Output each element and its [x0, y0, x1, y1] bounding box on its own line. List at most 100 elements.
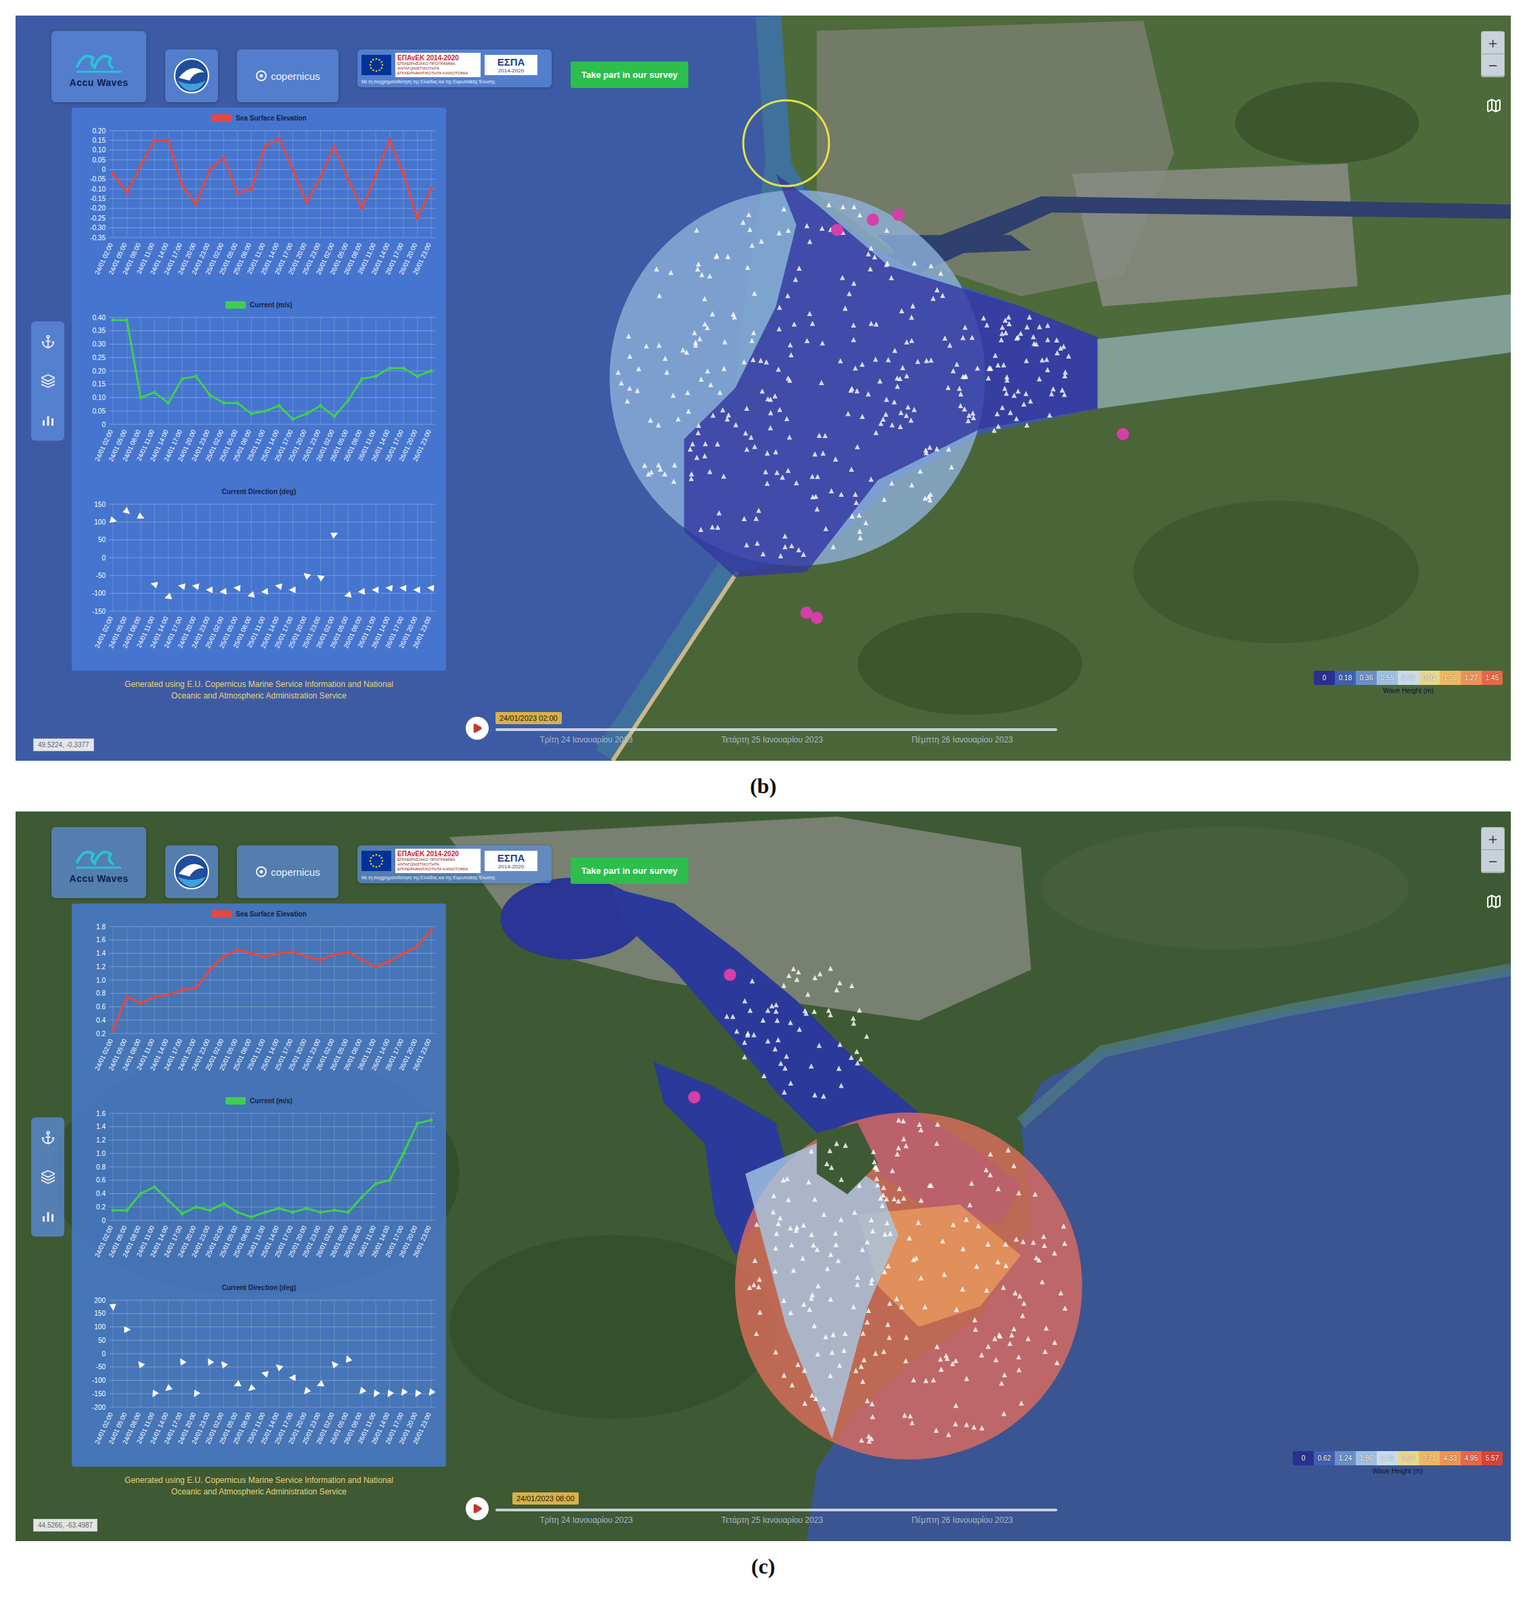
data-point[interactable]	[276, 404, 281, 408]
data-point[interactable]	[401, 1152, 405, 1156]
data-point[interactable]	[401, 171, 405, 176]
data-point[interactable]	[318, 175, 323, 179]
data-point[interactable]	[124, 190, 128, 195]
direction-arrow[interactable]	[149, 580, 158, 589]
data-point[interactable]	[332, 953, 336, 957]
data-point[interactable]	[332, 414, 336, 419]
data-point[interactable]	[180, 377, 184, 381]
direction-arrow[interactable]	[314, 571, 325, 582]
noaa-logo[interactable]	[165, 845, 218, 899]
vessel-marker[interactable]	[831, 224, 844, 237]
direction-arrow[interactable]	[412, 586, 420, 593]
time-slider[interactable]	[495, 1508, 1058, 1512]
data-point[interactable]	[304, 201, 308, 205]
data-point[interactable]	[429, 1118, 433, 1122]
data-point[interactable]	[360, 206, 364, 210]
direction-arrow[interactable]	[288, 586, 296, 593]
data-point[interactable]	[221, 156, 225, 160]
data-point[interactable]	[263, 955, 267, 959]
data-point[interactable]	[194, 986, 198, 990]
layers-button[interactable]	[34, 367, 62, 395]
charts-button[interactable]	[34, 1202, 62, 1230]
direction-arrow[interactable]	[205, 586, 213, 593]
data-point[interactable]	[180, 183, 184, 187]
data-point[interactable]	[415, 374, 419, 378]
data-point[interactable]	[124, 318, 128, 322]
data-point[interactable]	[207, 393, 212, 397]
vessel-marker[interactable]	[892, 208, 905, 221]
ports-button[interactable]	[34, 328, 62, 356]
data-point[interactable]	[373, 1181, 378, 1186]
data-point[interactable]	[429, 369, 433, 373]
data-point[interactable]	[221, 955, 225, 959]
data-point[interactable]	[429, 927, 433, 932]
data-point[interactable]	[152, 1185, 156, 1189]
direction-arrow[interactable]	[246, 590, 255, 600]
data-point[interactable]	[345, 950, 350, 954]
vessel-marker[interactable]	[810, 611, 824, 625]
vessel-marker[interactable]	[1116, 427, 1130, 440]
direction-arrow[interactable]	[343, 590, 352, 600]
data-point[interactable]	[360, 377, 364, 381]
play-button[interactable]	[465, 716, 489, 740]
data-point[interactable]	[401, 951, 405, 956]
direction-arrow[interactable]	[190, 582, 200, 591]
direction-arrow[interactable]	[273, 1361, 283, 1372]
data-point[interactable]	[138, 163, 143, 168]
direction-arrow[interactable]	[108, 1303, 117, 1312]
data-point[interactable]	[138, 1001, 143, 1006]
direction-arrow[interactable]	[274, 582, 283, 591]
data-point[interactable]	[194, 203, 198, 207]
data-point[interactable]	[180, 988, 184, 992]
zoom-button[interactable]: −	[1481, 54, 1505, 77]
direction-arrow[interactable]	[301, 1386, 311, 1397]
data-point[interactable]	[111, 171, 115, 176]
data-point[interactable]	[304, 412, 308, 416]
noaa-logo[interactable]	[165, 49, 218, 103]
vessel-marker[interactable]	[723, 968, 736, 981]
data-point[interactable]	[401, 366, 405, 371]
direction-arrow[interactable]	[245, 1384, 256, 1394]
data-point[interactable]	[360, 958, 364, 962]
data-point[interactable]	[235, 401, 239, 405]
data-point[interactable]	[207, 968, 212, 972]
direction-arrow[interactable]	[123, 1325, 131, 1333]
direction-arrow[interactable]	[314, 1380, 324, 1389]
data-point[interactable]	[180, 1212, 184, 1216]
ports-button[interactable]	[34, 1124, 62, 1152]
direction-arrow[interactable]	[108, 516, 118, 525]
data-point[interactable]	[111, 1028, 115, 1033]
vessel-marker[interactable]	[688, 1091, 701, 1104]
play-button[interactable]	[465, 1497, 489, 1521]
direction-arrow[interactable]	[288, 1374, 296, 1382]
data-point[interactable]	[373, 965, 378, 969]
direction-arrow[interactable]	[176, 1356, 187, 1366]
direction-arrow[interactable]	[136, 512, 146, 522]
data-point[interactable]	[221, 401, 225, 405]
data-point[interactable]	[291, 167, 295, 172]
direction-arrow[interactable]	[398, 584, 407, 592]
data-point[interactable]	[221, 1202, 225, 1206]
direction-arrow[interactable]	[384, 1389, 394, 1400]
vessel-marker[interactable]	[867, 213, 880, 227]
data-point[interactable]	[276, 951, 281, 956]
data-point[interactable]	[263, 1210, 267, 1215]
data-point[interactable]	[373, 173, 378, 178]
data-point[interactable]	[235, 1210, 239, 1215]
data-point[interactable]	[276, 1206, 281, 1211]
data-point[interactable]	[166, 992, 170, 997]
data-point[interactable]	[249, 1215, 253, 1220]
copernicus-logo[interactable]: copernicus	[236, 845, 339, 899]
direction-arrow[interactable]	[217, 1359, 228, 1369]
data-point[interactable]	[387, 138, 392, 143]
data-point[interactable]	[166, 138, 170, 143]
data-point[interactable]	[249, 187, 253, 191]
direction-arrow[interactable]	[232, 1380, 241, 1389]
app-logo[interactable]: Accu Waves	[51, 827, 147, 899]
data-point[interactable]	[332, 144, 336, 148]
direction-arrow[interactable]	[370, 1389, 380, 1400]
data-point[interactable]	[235, 190, 239, 195]
data-point[interactable]	[138, 395, 143, 400]
data-point[interactable]	[387, 366, 392, 371]
direction-arrow[interactable]	[163, 592, 172, 602]
